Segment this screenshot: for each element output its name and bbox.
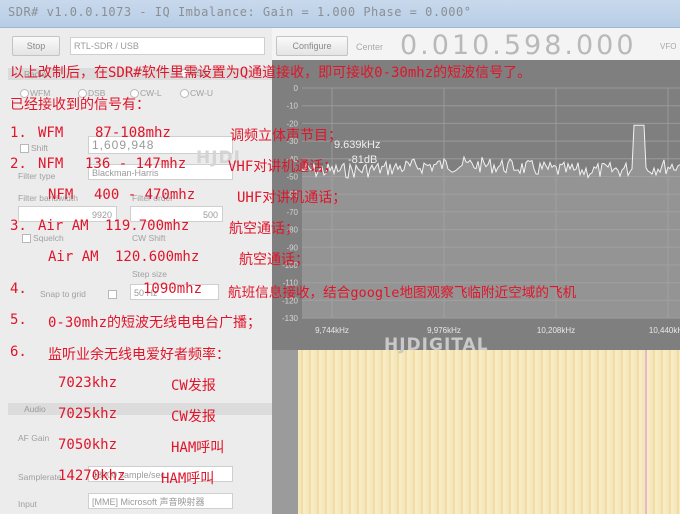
- signal-num: 4.: [10, 281, 27, 297]
- signal-range: 1090mhz: [143, 281, 203, 297]
- signal-num: 1.: [10, 125, 27, 141]
- ham-freq: 7025khz: [58, 406, 118, 422]
- signal-desc: 航空通话；: [229, 221, 299, 237]
- signal-range: 监听业余无线电爱好者频率：: [48, 347, 230, 363]
- annotation-intro: 以上改制后，在SDR#软件里需设置为Q通道接收，即可接收0-30mhz的短波信号…: [10, 65, 532, 81]
- signal-desc: 航班信息接收，结合google地图观察飞临附近空域的飞机: [228, 285, 577, 301]
- signal-name: Air AM: [38, 218, 89, 234]
- signal-range: 400 - 470mhz: [94, 187, 196, 203]
- signal-desc: VHF对讲机通话；: [228, 159, 338, 175]
- signal-num: 2.: [10, 156, 27, 172]
- ham-freq: 7050khz: [58, 437, 118, 453]
- ham-mode: CW发报: [171, 378, 216, 394]
- signal-desc: UHF对讲机通话；: [237, 190, 347, 206]
- signal-num: 3.: [10, 218, 27, 234]
- ham-freq: 14270khz: [58, 468, 126, 484]
- ham-freq: 7023khz: [58, 375, 118, 391]
- signal-name: Air AM: [48, 249, 99, 265]
- signal-range: 87-108mhz: [95, 125, 171, 141]
- signal-name: WFM: [38, 125, 64, 141]
- signal-desc: 航空通话；: [239, 252, 309, 268]
- annotation-overlay: 以上改制后，在SDR#软件里需设置为Q通道接收，即可接收0-30mhz的短波信号…: [0, 0, 680, 514]
- ham-mode: HAM呼叫: [161, 471, 215, 487]
- ham-mode: CW发报: [171, 409, 216, 425]
- signal-range: 119.700mhz: [105, 218, 190, 234]
- signal-range: 120.600mhz: [115, 249, 200, 265]
- signal-range: 0-30mhz的短波无线电电台广播；: [48, 315, 262, 331]
- ham-mode: HAM呼叫: [171, 440, 225, 456]
- annotation-heading: 已经接收到的信号有：: [10, 97, 150, 113]
- signal-name: NFM: [48, 187, 74, 203]
- signal-num: 6.: [10, 344, 27, 360]
- signal-name: NFM: [38, 156, 64, 172]
- signal-range: 136 - 147mhz: [85, 156, 187, 172]
- signal-num: 5.: [10, 312, 27, 328]
- signal-desc: 调频立体声节目；: [230, 128, 342, 144]
